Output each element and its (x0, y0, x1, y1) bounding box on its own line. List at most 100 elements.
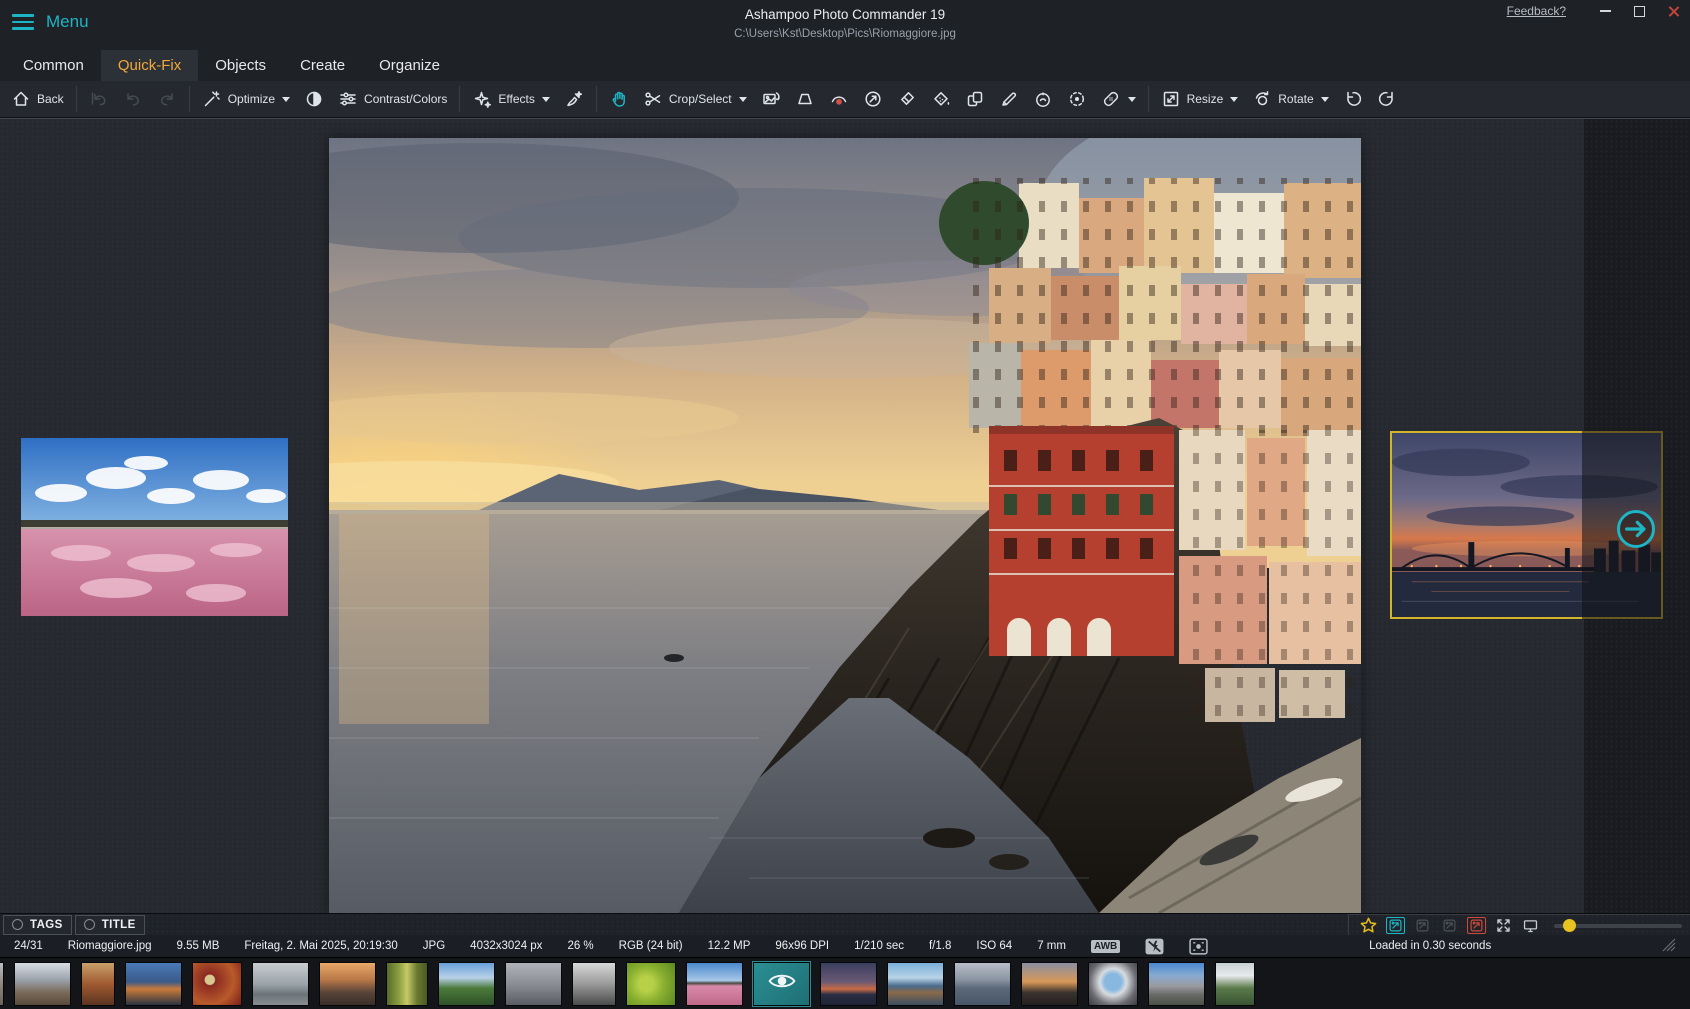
resize-icon (1161, 89, 1181, 109)
previous-image-thumbnail[interactable] (21, 438, 288, 616)
blur-tool-button[interactable] (1060, 85, 1094, 114)
thumb-church-bw[interactable] (572, 962, 616, 1006)
back-label: Back (37, 92, 64, 106)
main-photo-riomaggiore[interactable] (329, 138, 1361, 913)
thumb-cloud-village[interactable] (14, 962, 71, 1006)
maximize-button[interactable] (1632, 4, 1646, 18)
eraser-button[interactable] (890, 85, 924, 114)
tab-organize[interactable]: Organize (362, 50, 457, 81)
thumb-spiral-sky[interactable] (1088, 962, 1138, 1006)
thumb-pink-lake[interactable] (686, 962, 743, 1006)
pan-tool-button[interactable] (602, 85, 636, 114)
undo-all-button (82, 85, 116, 114)
rotate-button[interactable]: Rotate (1245, 85, 1335, 114)
next-image-arrow-button[interactable] (1617, 510, 1655, 548)
contrast-colors-label: Contrast/Colors (364, 92, 447, 106)
chevron-down-icon (739, 97, 747, 102)
crop-select-button[interactable]: Crop/Select (636, 85, 754, 114)
toolbar-separator (189, 86, 190, 112)
perspective-button[interactable] (788, 85, 822, 114)
status-metering (1189, 938, 1208, 955)
thumb-autumn-city[interactable] (81, 962, 115, 1006)
minimize-icon (1600, 10, 1611, 12)
favorite-star-button[interactable] (1359, 917, 1378, 934)
view-fit-width-button[interactable] (1413, 917, 1432, 934)
file-path: C:\Users\Kst\Desktop\Pics\Riomaggiore.jp… (0, 28, 1690, 40)
scale-area-button[interactable] (856, 85, 890, 114)
pink-lake-art (21, 438, 288, 616)
zoom-slider-knob[interactable] (1563, 919, 1576, 932)
resize-button[interactable]: Resize (1154, 85, 1246, 114)
thumb-alpine-lake-house[interactable] (887, 962, 944, 1006)
thumb-dolomites[interactable] (1148, 962, 1205, 1006)
view-original-size-button[interactable] (1467, 917, 1486, 934)
chevron-down-icon (1321, 97, 1329, 102)
view-fit-height-button[interactable] (1440, 917, 1459, 934)
smudge-tool-button[interactable] (1026, 85, 1060, 114)
thumb-harbor-houses[interactable] (125, 962, 182, 1006)
tab-quick-fix[interactable]: Quick-Fix (101, 50, 198, 81)
redeye-icon (829, 89, 849, 109)
editor-canvas (0, 118, 1690, 913)
redo-icon (157, 89, 177, 109)
slideshow-monitor-button[interactable] (1521, 917, 1540, 934)
toolbar-separator (596, 86, 597, 112)
close-button[interactable] (1666, 4, 1680, 18)
rotate-right-button[interactable] (1370, 85, 1404, 114)
thumb-church-reflection[interactable] (954, 962, 1011, 1006)
app-title: Ashampoo Photo Commander 19 (0, 7, 1690, 22)
blur-icon (1067, 89, 1087, 109)
thumb-torii-gate[interactable] (252, 962, 309, 1006)
tags-radio-icon (12, 919, 23, 930)
resize-grip[interactable] (1662, 938, 1676, 955)
toolbar: Back Optimize Contrast/Colors Effects Crop/S… (0, 81, 1690, 118)
feedback-link[interactable]: Feedback? (1507, 4, 1566, 18)
tab-create[interactable]: Create (283, 50, 362, 81)
thumb-mountain-waterfall[interactable] (319, 962, 376, 1006)
effect-brush-button[interactable] (557, 85, 591, 114)
auto-contrast-button[interactable] (297, 85, 331, 114)
clone-stamp-button[interactable] (958, 85, 992, 114)
title-toggle-button[interactable]: TITLE (75, 915, 145, 935)
bandaid-icon (1101, 89, 1121, 109)
straighten-button[interactable] (754, 85, 788, 114)
next-image-preview[interactable] (1390, 431, 1663, 619)
back-button[interactable]: Back (4, 85, 71, 114)
thumb-laundry-building[interactable] (505, 962, 562, 1006)
thumb-painted-plates[interactable] (192, 962, 242, 1006)
tab-objects[interactable]: Objects (198, 50, 283, 81)
fullscreen-button[interactable] (1494, 917, 1513, 934)
status-format: JPG (423, 940, 445, 952)
thumb-mountain-village-partial[interactable] (0, 962, 4, 1006)
contrast-colors-button[interactable]: Contrast/Colors (331, 85, 454, 114)
thumb-lily-pads[interactable] (626, 962, 676, 1006)
effects-button[interactable]: Effects (465, 85, 556, 114)
crop-select-label: Crop/Select (669, 92, 732, 106)
tags-toggle-button[interactable]: TAGS (3, 915, 72, 935)
minimize-button[interactable] (1598, 4, 1612, 18)
status-color-depth: RGB (24 bit) (619, 940, 683, 952)
tab-common[interactable]: Common (6, 50, 101, 81)
draw-pen-button[interactable] (992, 85, 1026, 114)
retouch-button[interactable] (1094, 85, 1143, 114)
zoom-slider[interactable] (1554, 924, 1682, 928)
undo-button (116, 85, 150, 114)
optimize-button[interactable]: Optimize (195, 85, 297, 114)
thumb-sunset-beach[interactable] (1021, 962, 1078, 1006)
thumb-current-riomaggiore[interactable] (753, 962, 810, 1006)
thumb-waterfall[interactable] (1215, 962, 1255, 1006)
view-buttons-holder (1359, 917, 1540, 934)
red-eye-button[interactable] (822, 85, 856, 114)
view-fit-window-button[interactable] (1386, 917, 1405, 934)
status-megapixels: 12.2 MP (708, 940, 751, 952)
fill-tool-button[interactable] (924, 85, 958, 114)
thumb-bamboo[interactable] (386, 962, 428, 1006)
thumb-green-valley[interactable] (438, 962, 495, 1006)
thumb-bridge-sunset[interactable] (820, 962, 877, 1006)
title-label: TITLE (102, 919, 136, 931)
rotate-left-button[interactable] (1336, 85, 1370, 114)
status-date-time: Freitag, 2. Mai 2025, 20:19:30 (244, 940, 397, 952)
home-icon (11, 89, 31, 109)
filmstrip (0, 957, 1690, 1009)
toolbar-separator (459, 86, 460, 112)
